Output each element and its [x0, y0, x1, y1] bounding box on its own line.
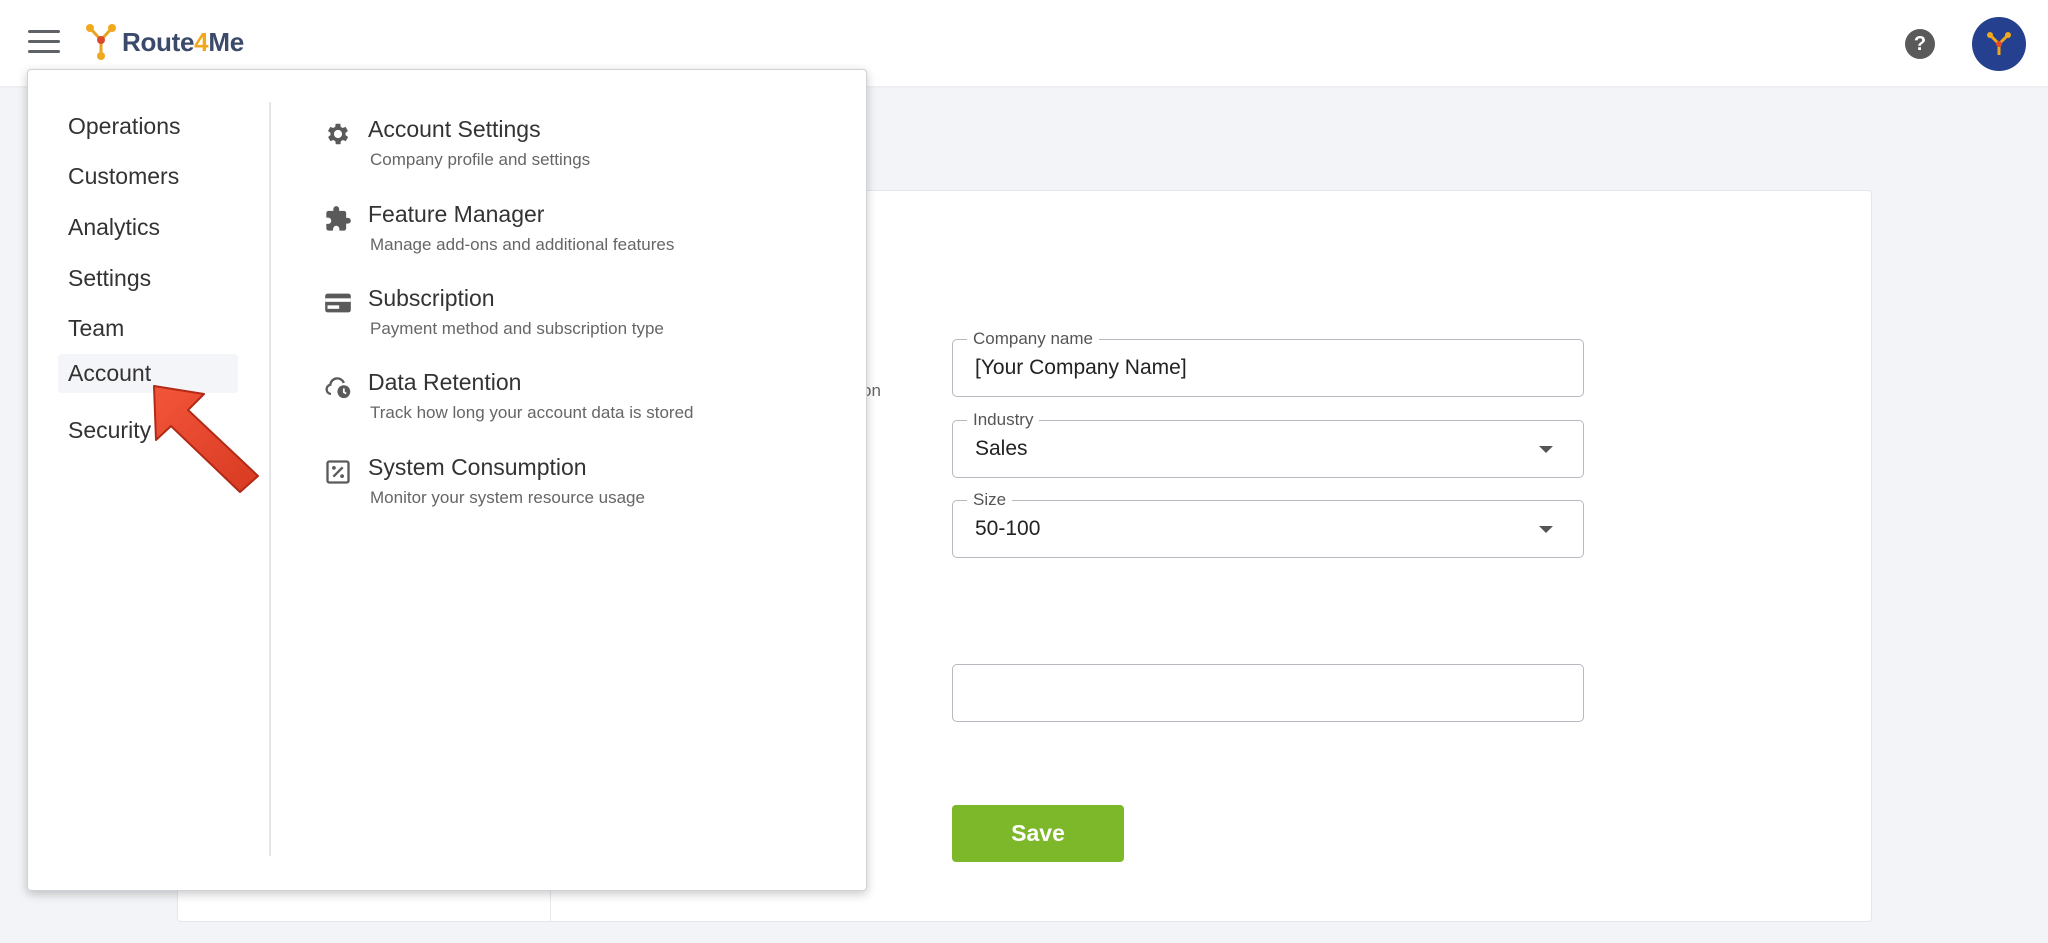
size-value: 50-100 — [975, 517, 1041, 540]
puzzle-icon — [326, 206, 351, 231]
data-retention-title: Data Retention — [368, 369, 522, 395]
cloud-clock-icon — [325, 377, 351, 399]
size-select[interactable]: Size 50-100 — [952, 490, 1584, 558]
company-name-label: Company name — [967, 329, 1100, 349]
nav-item-operations[interactable]: Operations — [58, 107, 191, 146]
subscription-desc: Payment method and subscription type — [370, 319, 664, 338]
gear-icon — [327, 123, 349, 145]
annotation-arrow-icon — [153, 385, 259, 493]
company-name-value: [Your Company Name] — [975, 356, 1187, 379]
system-consumption-title: System Consumption — [368, 454, 587, 480]
nav-item-analytics[interactable]: Analytics — [58, 208, 170, 247]
data-retention-desc: Track how long your account data is stor… — [370, 403, 694, 422]
system-consumption-desc: Monitor your system resource usage — [370, 488, 645, 507]
help-icon[interactable]: ? — [1905, 29, 1935, 59]
extra-input-field[interactable] — [952, 664, 1584, 722]
credit-card-icon — [325, 293, 351, 313]
route4me-logo[interactable]: Route4Me — [84, 22, 244, 62]
chevron-down-icon — [1539, 526, 1553, 533]
feature-manager-title: Feature Manager — [368, 201, 545, 227]
industry-select[interactable]: Industry Sales — [952, 410, 1584, 478]
nav-item-settings[interactable]: Settings — [58, 259, 161, 298]
avatar[interactable] — [1972, 17, 2026, 71]
account-settings-title: Account Settings — [368, 116, 541, 142]
logo-mark-icon — [86, 24, 116, 60]
account-settings-desc: Company profile and settings — [370, 150, 591, 169]
save-button[interactable]: Save — [952, 805, 1124, 862]
nav-item-team[interactable]: Team — [58, 309, 134, 348]
hamburger-menu-icon[interactable] — [28, 30, 60, 54]
size-label: Size — [967, 490, 1013, 510]
chevron-down-icon — [1539, 446, 1553, 453]
subscription-title: Subscription — [368, 285, 495, 311]
percent-box-icon — [326, 460, 350, 484]
logo-text: Route4Me — [122, 26, 244, 57]
industry-value: Sales — [975, 437, 1028, 460]
company-name-field[interactable]: Company name [Your Company Name] — [952, 329, 1584, 397]
nav-item-customers[interactable]: Customers — [58, 157, 189, 196]
avatar-logo-icon — [1987, 32, 2011, 55]
industry-label: Industry — [967, 410, 1040, 430]
feature-manager-desc: Manage add-ons and additional features — [370, 235, 675, 254]
